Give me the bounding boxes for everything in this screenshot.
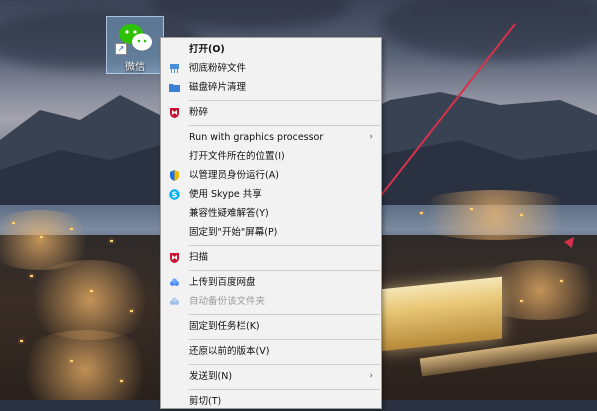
submenu-arrow-icon: ›: [369, 371, 373, 381]
baidu-cloud-icon: [170, 297, 179, 305]
menu-item-label: 使用 Skype 共享: [189, 189, 262, 200]
glow: [20, 260, 160, 340]
menu-item-cut[interactable]: 剪切(T): [161, 392, 381, 411]
menu-item-compat-troubleshoot[interactable]: 兼容性疑难解答(Y): [161, 204, 381, 223]
context-menu: 打开(O) 彻底粉碎文件 磁盘碎片清理 粉碎 Run with graphics…: [160, 37, 382, 409]
menu-separator: [189, 314, 380, 315]
menu-separator: [189, 389, 380, 390]
menu-separator: [189, 364, 380, 365]
menu-item-label: 磁盘碎片清理: [189, 82, 247, 93]
shredder-icon: [170, 64, 179, 73]
light: [12, 222, 15, 224]
menu-separator: [189, 125, 380, 126]
menu-item-pin-to-start[interactable]: 固定到"开始"屏幕(P): [161, 223, 381, 242]
menu-item-label: 打开(O): [189, 44, 225, 55]
light: [560, 280, 563, 282]
lit-building: [380, 276, 502, 352]
light: [40, 236, 43, 238]
menu-item-label: 剪切(T): [189, 396, 222, 407]
light: [130, 310, 133, 312]
baidu-cloud-icon: [170, 278, 179, 286]
mcafee-shield-icon: [170, 253, 179, 263]
menu-item-run-with-gpu[interactable]: Run with graphics processor ›: [161, 128, 381, 147]
light: [110, 240, 113, 242]
menu-item-upload-baidu[interactable]: 上传到百度网盘: [161, 273, 381, 292]
menu-item-label: 上传到百度网盘: [189, 277, 256, 288]
submenu-arrow-icon: ›: [369, 132, 373, 142]
menu-item-label: 扫描: [189, 252, 209, 263]
menu-item-label: 还原以前的版本(V): [189, 346, 270, 357]
menu-item-disk-defrag[interactable]: 磁盘碎片清理: [161, 78, 381, 97]
light: [70, 228, 73, 230]
wechat-desktop-icon[interactable]: ↗ 微信: [106, 16, 164, 74]
menu-item-label: 粉碎: [189, 107, 209, 118]
menu-item-open-file-location[interactable]: 打开文件所在的位置(I): [161, 147, 381, 166]
glow: [400, 190, 590, 240]
menu-item-auto-backup[interactable]: 自动备份该文件夹: [161, 292, 381, 311]
menu-item-label: 发送到(N): [189, 371, 233, 382]
skype-icon: S: [169, 189, 180, 200]
shortcut-arrow-icon: ↗: [115, 43, 127, 55]
menu-item-send-to[interactable]: 发送到(N) ›: [161, 367, 381, 386]
light: [20, 340, 23, 342]
menu-item-mcafee-scan[interactable]: 扫描: [161, 248, 381, 267]
menu-item-label: 打开文件所在的位置(I): [189, 151, 285, 162]
light: [30, 275, 33, 277]
menu-item-run-as-admin[interactable]: 以管理员身份运行(A): [161, 166, 381, 185]
light: [90, 290, 93, 292]
menu-separator: [189, 100, 380, 101]
menu-item-label: 固定到任务栏(K): [189, 321, 260, 332]
menu-item-label: 兼容性疑难解答(Y): [189, 208, 269, 219]
menu-item-mcafee-shred[interactable]: 粉碎: [161, 103, 381, 122]
menu-item-shred-file[interactable]: 彻底粉碎文件: [161, 59, 381, 78]
folder-icon: [169, 84, 180, 92]
mcafee-shield-icon: [170, 108, 179, 118]
menu-item-pin-to-taskbar[interactable]: 固定到任务栏(K): [161, 317, 381, 336]
uac-shield-icon: [170, 170, 179, 181]
menu-item-label: 自动备份该文件夹: [189, 296, 266, 307]
light: [520, 300, 523, 302]
menu-separator: [189, 339, 380, 340]
light: [420, 212, 423, 214]
light: [520, 214, 523, 216]
menu-item-share-skype[interactable]: S 使用 Skype 共享: [161, 185, 381, 204]
light: [120, 380, 123, 382]
menu-item-label: 以管理员身份运行(A): [189, 170, 279, 181]
menu-item-label: 彻底粉碎文件: [189, 63, 247, 74]
light: [470, 208, 473, 210]
light: [70, 360, 73, 362]
menu-separator: [189, 270, 380, 271]
menu-separator: [189, 245, 380, 246]
menu-item-restore-previous[interactable]: 还原以前的版本(V): [161, 342, 381, 361]
menu-item-open[interactable]: 打开(O): [161, 40, 381, 59]
glow: [10, 330, 160, 400]
menu-item-label: 固定到"开始"屏幕(P): [189, 227, 278, 238]
svg-text:S: S: [172, 190, 178, 199]
menu-item-label: Run with graphics processor: [189, 132, 324, 143]
desktop-icon-label: 微信: [125, 62, 145, 73]
